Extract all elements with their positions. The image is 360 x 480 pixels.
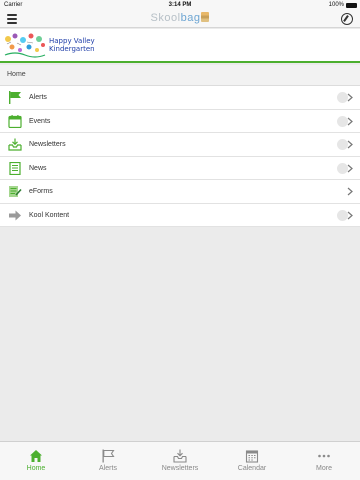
menu-item-alerts[interactable]: Alerts bbox=[0, 86, 360, 110]
books-logo-icon bbox=[201, 12, 210, 22]
chevron-right-icon bbox=[347, 187, 353, 196]
tab-label: Home bbox=[26, 465, 46, 472]
calendar-icon bbox=[8, 114, 22, 128]
school-logo bbox=[4, 33, 46, 58]
school-name: Happy Valley Kindergarten bbox=[49, 37, 95, 53]
app-title-part2: bag bbox=[180, 12, 201, 24]
app-title-part1: Skool bbox=[150, 12, 181, 24]
menu-item-kool-kontent[interactable]: Kool Kontent bbox=[0, 204, 360, 227]
menu-item-label: Kool Kontent bbox=[29, 211, 70, 219]
chevron-right-icon bbox=[347, 140, 353, 149]
school-name-line2: Kindergarten bbox=[49, 45, 95, 53]
tab-bar: Home Alerts Newsletters Calendar More bbox=[0, 441, 360, 480]
menu-list: Alerts Events Newsletters News eForms Ko… bbox=[0, 86, 360, 227]
menu-item-label: eForms bbox=[29, 188, 53, 195]
nav-bar: Skoolbag bbox=[0, 10, 360, 28]
more-dots-icon bbox=[318, 454, 330, 458]
status-time: 3:14 PM bbox=[168, 2, 192, 8]
breadcrumb: Home bbox=[0, 65, 360, 86]
chevron-right-icon bbox=[347, 211, 353, 219]
school-name-line1: Happy Valley bbox=[49, 37, 95, 45]
school-banner: Happy Valley Kindergarten bbox=[0, 29, 360, 63]
menu-item-news[interactable]: News bbox=[0, 157, 360, 180]
chevron-right-icon bbox=[347, 117, 353, 125]
menu-item-eforms[interactable]: eForms bbox=[0, 180, 360, 204]
inbox-download-icon bbox=[8, 138, 22, 151]
tab-label: More bbox=[316, 465, 332, 472]
menu-item-label: Alerts bbox=[29, 94, 47, 101]
inbox-download-icon bbox=[173, 449, 187, 463]
menu-item-label: Newsletters bbox=[29, 141, 66, 148]
form-pen-icon bbox=[9, 186, 22, 197]
status-bar: Carrier 3:14 PM 100% bbox=[0, 0, 360, 10]
tab-home[interactable]: Home bbox=[0, 442, 72, 480]
menu-item-label: News bbox=[29, 164, 47, 172]
flag-icon bbox=[102, 449, 115, 463]
battery-icon bbox=[346, 2, 357, 8]
tab-calendar[interactable]: Calendar bbox=[216, 442, 288, 480]
menu-item-events[interactable]: Events bbox=[0, 110, 360, 133]
arrow-right-icon bbox=[9, 210, 21, 220]
battery-percent: 100% bbox=[328, 2, 344, 8]
menu-item-label: Events bbox=[29, 117, 51, 125]
calendar-icon bbox=[245, 450, 259, 463]
tab-alerts[interactable]: Alerts bbox=[72, 442, 144, 480]
home-icon bbox=[30, 450, 42, 462]
tab-more[interactable]: More bbox=[288, 442, 360, 480]
tab-label: Newsletters bbox=[161, 465, 199, 472]
chevron-right-icon bbox=[347, 164, 353, 172]
tab-newsletters[interactable]: Newsletters bbox=[144, 442, 216, 480]
refresh-icon[interactable] bbox=[341, 13, 353, 25]
newspaper-icon bbox=[9, 161, 21, 175]
menu-item-newsletters[interactable]: Newsletters bbox=[0, 133, 360, 157]
flag-icon bbox=[9, 91, 21, 104]
tab-label: Alerts bbox=[99, 465, 117, 472]
tab-label: Calendar bbox=[237, 465, 267, 472]
chevron-right-icon bbox=[347, 93, 353, 102]
app-title: Skoolbag bbox=[0, 12, 360, 24]
